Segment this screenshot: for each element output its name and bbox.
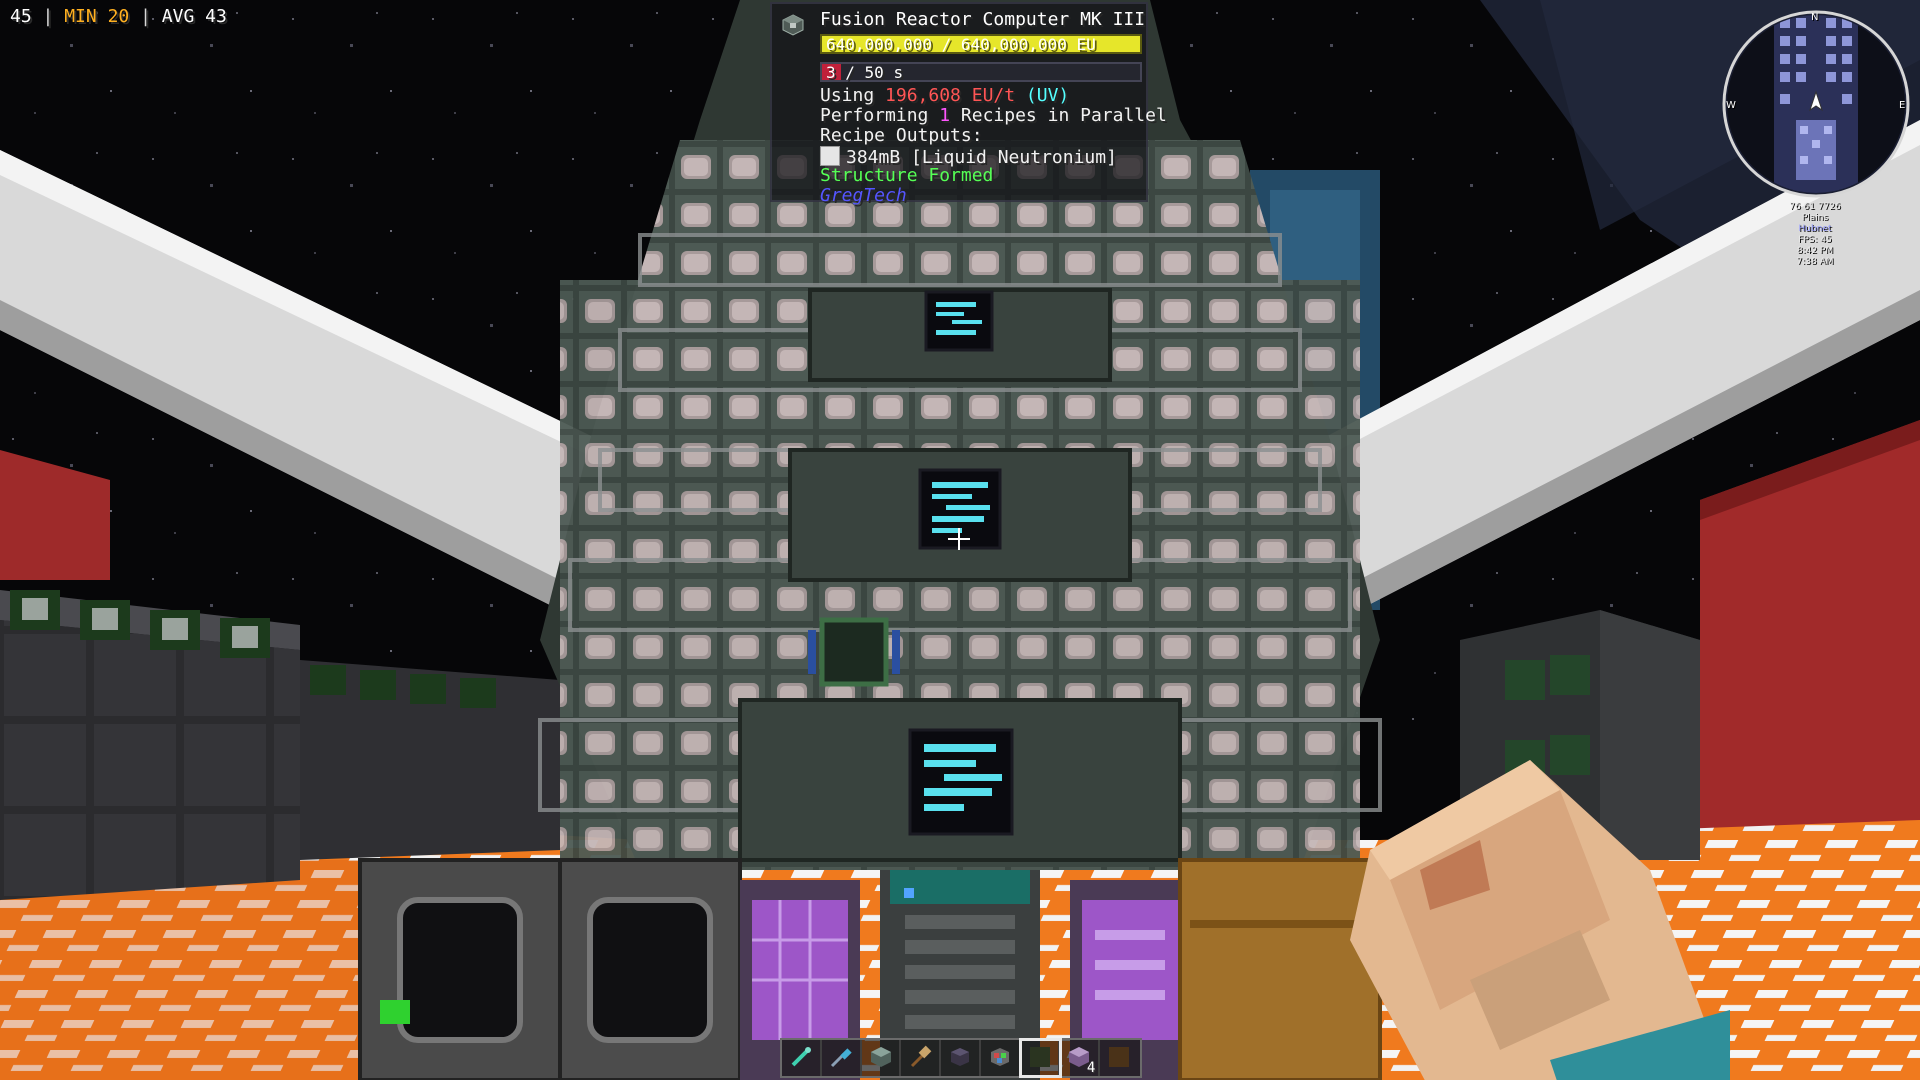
multicolor-block-icon	[990, 1048, 1009, 1066]
mod-name: GregTech	[820, 185, 907, 206]
empty-slot-icon	[1029, 1047, 1050, 1067]
recipe-progress-text: 3 / 50 s	[826, 63, 903, 83]
hotbar-slot[interactable]	[782, 1040, 822, 1076]
hotbar[interactable]: 4	[780, 1038, 1142, 1078]
brown-block-icon	[1109, 1047, 1130, 1067]
game-viewport[interactable]: 45 | MIN 20 | AVG 43 Fusion Reactor Comp…	[0, 0, 1920, 1080]
crosshair	[948, 528, 970, 550]
hotbar-slot[interactable]: 4	[1060, 1040, 1101, 1076]
progress-total: / 50 s	[845, 63, 904, 82]
compass-west: W	[1726, 100, 1736, 111]
biome-name: Plains	[1801, 213, 1829, 223]
compass-north: N	[1811, 12, 1819, 23]
hotbar-slot[interactable]	[862, 1040, 902, 1076]
fps-avg-label: AVG	[161, 6, 195, 27]
fps-min-label: MIN	[64, 6, 97, 27]
structure-status: Structure Formed	[820, 165, 994, 186]
minimap-info: 76 61 7726 Plains Hubnet FPS: 45 8:42 PM…	[1770, 202, 1860, 268]
fps-separator: |	[42, 6, 54, 27]
hotbar-slot[interactable]	[1018, 1038, 1063, 1078]
dimension-name: Hubnet	[1798, 224, 1832, 234]
machine-casing-icon	[782, 14, 804, 36]
recipe-progress-bar: 3 / 50 s	[820, 62, 1142, 82]
player-hand	[1350, 760, 1730, 1080]
parallel-count: 1	[939, 105, 951, 126]
game-time: 7:38 AM	[1796, 257, 1834, 267]
using-prefix: Using	[820, 85, 875, 106]
block-title: Fusion Reactor Computer MK III	[820, 9, 1146, 30]
fps-separator: |	[140, 6, 151, 27]
real-time: 8:42 PM	[1796, 246, 1834, 256]
fps-min-value: 20	[107, 6, 130, 27]
block-info-tooltip: Fusion Reactor Computer MK III 640,000,0…	[770, 2, 1167, 206]
voltage-tier: (UV)	[1025, 85, 1070, 106]
hotbar-slot[interactable]	[981, 1040, 1021, 1076]
screwdriver-icon	[830, 1048, 852, 1068]
item-count: 4	[1086, 1060, 1096, 1076]
recipe-outputs-header: Recipe Outputs:	[820, 125, 983, 146]
energy-bar: 640,000,000 / 640,000,000 EU	[820, 34, 1142, 54]
performing-prefix: Performing	[820, 105, 929, 126]
coordinates: 76 61 7726	[1789, 202, 1841, 212]
minimap[interactable]	[1722, 10, 1910, 198]
parallel-line: Performing 1 Recipes in Parallel	[820, 106, 1167, 126]
fps-counter: 45 | MIN 20 | AVG 43	[10, 6, 227, 27]
hotbar-slot[interactable]	[941, 1040, 981, 1076]
using-amount: 196,608 EU/t	[885, 85, 1016, 106]
minimap-fps: FPS: 45	[1798, 235, 1832, 245]
dark-block-icon	[951, 1048, 970, 1066]
energy-usage-line: Using 196,608 EU/t (UV)	[820, 86, 1069, 106]
progress-current: 3	[826, 63, 836, 82]
hotbar-slot[interactable]	[901, 1040, 942, 1076]
hotbar-slot[interactable]	[1100, 1040, 1140, 1076]
fluid-cell-icon	[820, 146, 840, 166]
hotbar-slot[interactable]	[822, 1040, 862, 1076]
performing-suffix: Recipes in Parallel	[960, 105, 1167, 126]
energy-text: 640,000,000 / 640,000,000 EU	[826, 35, 1096, 54]
wrench-icon	[791, 1047, 811, 1067]
hammer-icon	[911, 1045, 932, 1068]
fps-avg-value: 43	[205, 6, 227, 27]
fps-current: 45	[10, 6, 32, 27]
compass-east: E	[1899, 100, 1906, 111]
machine-casing-icon	[870, 1047, 891, 1067]
